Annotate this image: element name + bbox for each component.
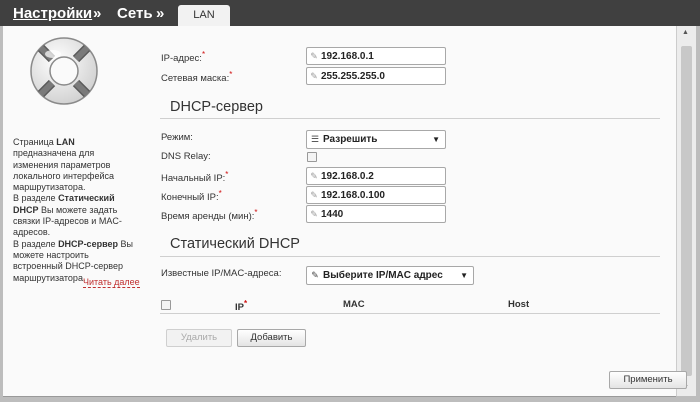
divider — [160, 118, 660, 119]
description-line: маршрутизатора. — [13, 182, 86, 193]
breadcrumb-separator: » — [93, 5, 102, 22]
dns-relay-checkbox[interactable] — [307, 152, 317, 162]
page-description: Страница LAN предназначена для изменения… — [13, 137, 143, 284]
column-header-host: Host — [508, 299, 530, 310]
chevron-down-icon: ▼ — [460, 271, 468, 280]
static-dhcp-heading: Статический DHCP — [170, 236, 300, 252]
pencil-icon: ✎ — [310, 71, 318, 81]
start-ip-field[interactable]: ✎ 192.168.0.2 — [306, 167, 446, 185]
column-header-ip: IP* — [235, 299, 248, 314]
subnet-mask-label: Сетевая маска:* — [161, 70, 233, 85]
scroll-up-icon[interactable]: ▲ — [682, 29, 689, 36]
lease-time-label: Время аренды (мин):* — [161, 208, 258, 223]
description-line: изменения параметров — [13, 159, 111, 170]
end-ip-field[interactable]: ✎ 192.168.0.100 — [306, 186, 446, 204]
apply-button[interactable]: Применить — [609, 371, 687, 389]
description-line: локального интерфейса — [13, 170, 114, 181]
select-all-checkbox[interactable] — [161, 300, 171, 310]
mode-select[interactable]: ☰ Разрешить ▼ — [306, 130, 446, 149]
scrollbar[interactable]: ▲ ▼ — [676, 26, 696, 396]
top-bar: Настройки » Сеть » LAN — [0, 0, 700, 27]
start-ip-label: Начальный IP:* — [161, 170, 229, 185]
description-line: В разделе DHCP-сервер Вы — [13, 238, 133, 249]
end-ip-label: Конечный IP:* — [161, 189, 222, 204]
description-line: адресов. — [13, 227, 51, 238]
breadcrumb-network[interactable]: Сеть — [117, 5, 153, 22]
dhcp-server-heading: DHCP-сервер — [170, 99, 263, 115]
divider — [160, 256, 660, 257]
pencil-icon: ✎ — [310, 190, 318, 200]
add-button[interactable]: Добавить — [237, 329, 306, 347]
known-ip-mac-select[interactable]: ✎ Выберите IP/MAC адрес ▼ — [306, 266, 474, 285]
lifebuoy-icon — [30, 37, 98, 105]
known-ip-mac-label: Известные IP/MAC-адреса: — [161, 268, 282, 279]
subnet-mask-field[interactable]: ✎ 255.255.255.0 — [306, 67, 446, 85]
description-line: связки IP-адресов и MAC- — [13, 216, 122, 227]
tab-lan[interactable]: LAN — [178, 5, 230, 27]
dns-relay-label: DNS Relay: — [161, 151, 211, 162]
breadcrumb-settings[interactable]: Настройки — [13, 5, 92, 22]
delete-button[interactable]: Удалить — [166, 329, 232, 347]
description-line: DHCP Вы можете задать — [13, 204, 118, 215]
description-line: можете настроить — [13, 249, 89, 260]
column-header-mac: MAC — [343, 299, 365, 310]
chevron-down-icon: ▼ — [432, 135, 440, 144]
pencil-icon: ✎ — [311, 270, 319, 280]
pencil-icon: ✎ — [310, 171, 318, 181]
description-line: предназначена для — [13, 148, 95, 159]
description-line: встроенный DHCP-сервер — [13, 261, 123, 272]
scrollbar-thumb[interactable] — [681, 46, 692, 376]
pencil-icon: ✎ — [310, 209, 318, 219]
mode-label: Режим: — [161, 132, 193, 143]
ip-address-label: IP-адрес:* — [161, 50, 206, 65]
pencil-icon: ✎ — [310, 51, 318, 61]
description-line: Страница LAN — [13, 137, 75, 147]
divider — [160, 313, 660, 314]
lease-time-field[interactable]: ✎ 1440 — [306, 205, 446, 223]
list-icon: ☰ — [310, 134, 320, 144]
description-line: В разделе Статический — [13, 193, 115, 204]
read-more-link[interactable]: Читать далее — [83, 277, 140, 288]
ip-address-field[interactable]: ✎ 192.168.0.1 — [306, 47, 446, 65]
breadcrumb-separator: » — [156, 5, 165, 22]
